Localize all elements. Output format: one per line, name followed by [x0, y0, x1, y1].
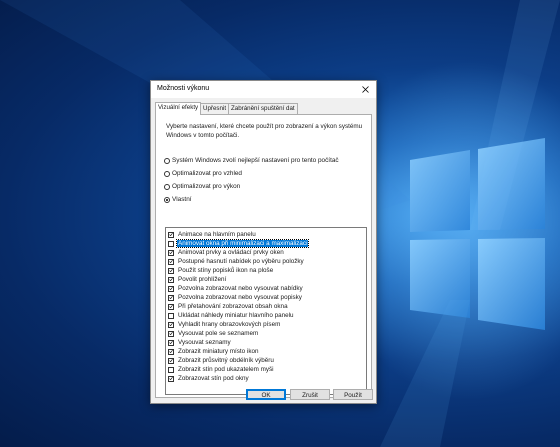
list-item-label: Při přetahování zobrazovat obsah okna [178, 303, 288, 310]
list-item-label: Pozvolna zobrazovat nebo vysouvat nabídk… [178, 285, 303, 292]
cancel-button[interactable]: Zrušit [290, 389, 330, 400]
check-icon [169, 377, 173, 381]
checkbox[interactable] [168, 366, 174, 373]
list-item-icon-label-shadows[interactable]: Použít stíny popisků ikon na ploše [168, 266, 274, 275]
radio-label: Optimalizovat pro vzhled [172, 170, 242, 177]
list-item-label: Zobrazit miniatury místo ikon [178, 348, 259, 355]
list-item-label: Animace na hlavním panelu [178, 231, 256, 238]
check-icon [169, 269, 173, 273]
list-item-mouse-pointer-shadow[interactable]: Zobrazit stín pod ukazatelem myši [168, 365, 275, 374]
description-text: Vyberte nastavení, které chcete použít p… [166, 123, 363, 139]
list-item-window-shadows[interactable]: Zobrazovat stín pod okny [168, 374, 250, 383]
radio-label: Systém Windows zvolí nejlepší nastavení … [172, 157, 339, 164]
list-item-label: Vysouvat pole se seznamem [178, 330, 259, 337]
apply-button[interactable]: Použít [333, 389, 373, 400]
checkbox[interactable] [168, 330, 174, 337]
list-item-show-window-contents[interactable]: Při přetahování zobrazovat obsah okna [168, 302, 289, 311]
check-icon [169, 251, 173, 255]
list-item-smooth-scroll-lists[interactable]: Vysouvat seznamy [168, 338, 232, 347]
radio-indicator [164, 157, 170, 164]
radio-custom[interactable]: Vlastní [164, 196, 192, 203]
list-item-label: Pozvolna zobrazovat nebo vysouvat popisk… [178, 294, 302, 301]
list-item-slide-menus[interactable]: Pozvolna zobrazovat nebo vysouvat nabídk… [168, 284, 304, 293]
list-item-save-taskbar-thumbnails[interactable]: Ukládat náhledy miniatur hlavního panelu [168, 311, 295, 320]
check-icon [169, 350, 173, 354]
radio-label: Vlastní [172, 196, 192, 203]
radio-indicator [164, 183, 170, 190]
checkbox[interactable] [168, 231, 174, 238]
checkbox[interactable] [168, 258, 174, 265]
tab-advanced[interactable]: Upřesnit [200, 103, 230, 114]
title-bar[interactable]: Možnosti výkonu [151, 81, 376, 98]
checkbox[interactable] [168, 285, 174, 292]
dialog-title: Možnosti výkonu [157, 85, 210, 92]
list-item-slide-tooltips[interactable]: Pozvolna zobrazovat nebo vysouvat popisk… [168, 293, 303, 302]
visual-effects-list[interactable]: Animace na hlavním panelu Animovat okna … [165, 227, 367, 395]
list-item-label: Ukládat náhledy miniatur hlavního panelu [178, 312, 294, 319]
check-icon [169, 305, 173, 309]
radio-let-windows-choose[interactable]: Systém Windows zvolí nejlepší nastavení … [164, 157, 339, 164]
list-item-animate-controls[interactable]: Animovat prvky a ovládací prvky oken [168, 248, 285, 257]
list-item-label: Animovat prvky a ovládací prvky oken [178, 249, 284, 256]
list-item-show-thumbnails[interactable]: Zobrazit miniatury místo ikon [168, 347, 260, 356]
list-item-slide-combo-boxes[interactable]: Vysouvat pole se seznamem [168, 329, 259, 338]
list-item-label: Vysouvat seznamy [178, 339, 231, 346]
check-icon [169, 332, 173, 336]
checkbox[interactable] [168, 267, 174, 274]
list-item-smooth-fonts[interactable]: Vyhladit hrany obrazovkových písem [168, 320, 281, 329]
checkbox[interactable] [168, 312, 174, 319]
list-item-fade-menus[interactable]: Postupné hasnutí nabídek po výběru polož… [168, 257, 305, 266]
list-item-enable-peek[interactable]: Povolit prohlížení [168, 275, 227, 284]
check-icon [169, 323, 173, 327]
list-item-label: Povolit prohlížení [178, 276, 227, 283]
check-icon [169, 233, 173, 237]
list-item-animate-windows[interactable]: Animovat okna při minimalizaci a maximal… [168, 239, 310, 248]
check-icon [169, 296, 173, 300]
radio-indicator [164, 170, 170, 177]
checkbox[interactable] [168, 294, 174, 301]
list-item-label: Zobrazit průsvitný obdélník výběru [178, 357, 274, 364]
performance-options-dialog: Možnosti výkonu Vizuální efekty Upřesnit… [150, 80, 377, 404]
list-item-label: Animovat okna při minimalizaci a maximal… [175, 239, 310, 248]
radio-indicator [164, 196, 170, 203]
list-item-taskbar-animations[interactable]: Animace na hlavním panelu [168, 230, 257, 239]
close-icon [361, 86, 369, 93]
ok-button[interactable]: OK [246, 389, 286, 400]
radio-best-appearance[interactable]: Optimalizovat pro vzhled [164, 170, 242, 177]
checkbox[interactable] [168, 375, 174, 382]
checkbox[interactable] [168, 276, 174, 283]
list-item-label: Použít stíny popisků ikon na ploše [178, 267, 274, 274]
radio-label: Optimalizovat pro výkon [172, 183, 241, 190]
checkbox[interactable] [168, 357, 174, 364]
check-icon [169, 260, 173, 264]
list-item-label: Postupné hasnutí nabídek po výběru polož… [178, 258, 304, 265]
visual-effects-panel: Vyberte nastavení, které chcete použít p… [155, 114, 372, 398]
check-icon [169, 287, 173, 291]
radio-best-performance[interactable]: Optimalizovat pro výkon [164, 183, 240, 190]
checkbox[interactable] [168, 303, 174, 310]
checkbox[interactable] [168, 249, 174, 256]
checkbox[interactable] [168, 348, 174, 355]
checkbox[interactable] [168, 240, 174, 247]
close-button[interactable] [354, 81, 376, 98]
check-icon [169, 341, 173, 345]
list-item-translucent-selection[interactable]: Zobrazit průsvitný obdélník výběru [168, 356, 275, 365]
tab-data-execution-prevention[interactable]: Zabránění spuštění dat [228, 103, 298, 114]
list-item-label: Zobrazovat stín pod okny [178, 375, 249, 382]
check-icon [169, 278, 173, 282]
list-item-label: Zobrazit stín pod ukazatelem myši [178, 366, 274, 373]
tab-visual-effects[interactable]: Vizuální efekty [155, 102, 202, 115]
check-icon [169, 359, 173, 363]
checkbox[interactable] [168, 339, 174, 346]
list-item-label: Vyhladit hrany obrazovkových písem [178, 321, 281, 328]
checkbox[interactable] [168, 321, 174, 328]
